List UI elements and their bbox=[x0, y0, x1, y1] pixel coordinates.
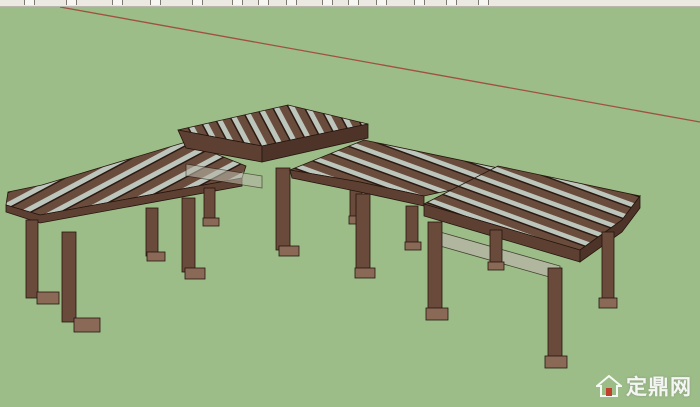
rotate-tool-button[interactable] bbox=[348, 0, 359, 5]
zoom-tool-button[interactable] bbox=[112, 0, 123, 5]
push-pull-tool-button[interactable] bbox=[286, 0, 297, 5]
model-viewport[interactable] bbox=[0, 6, 700, 403]
watermark: 定鼎网 bbox=[596, 373, 692, 399]
column bbox=[405, 205, 419, 247]
column bbox=[275, 167, 291, 251]
pergola-model-svg bbox=[5, 6, 700, 369]
eraser-tool-button[interactable] bbox=[232, 0, 243, 5]
column bbox=[489, 229, 503, 267]
scale-tool-button[interactable] bbox=[414, 0, 425, 5]
column bbox=[427, 221, 443, 315]
column bbox=[25, 219, 39, 299]
offset-tool-button[interactable] bbox=[446, 0, 457, 5]
toolbar bbox=[0, 0, 700, 7]
orbit-tool-button[interactable] bbox=[24, 0, 35, 5]
column bbox=[61, 231, 77, 323]
house-logo-icon bbox=[596, 375, 622, 397]
red-axis-line bbox=[59, 6, 700, 123]
pergola-model bbox=[5, 104, 641, 369]
move-tool-button[interactable] bbox=[322, 0, 333, 5]
column bbox=[601, 231, 615, 303]
select-tool-button[interactable] bbox=[150, 0, 161, 5]
column bbox=[355, 193, 371, 273]
column bbox=[145, 207, 159, 257]
tape-measure-tool-button[interactable] bbox=[376, 0, 387, 5]
watermark-text: 定鼎网 bbox=[626, 375, 692, 399]
column bbox=[547, 267, 563, 361]
text-tool-button[interactable] bbox=[478, 0, 489, 5]
column bbox=[181, 197, 196, 273]
paint-tool-button[interactable] bbox=[192, 0, 203, 5]
pan-tool-button[interactable] bbox=[66, 0, 77, 5]
rectangle-tool-button[interactable] bbox=[258, 0, 269, 5]
